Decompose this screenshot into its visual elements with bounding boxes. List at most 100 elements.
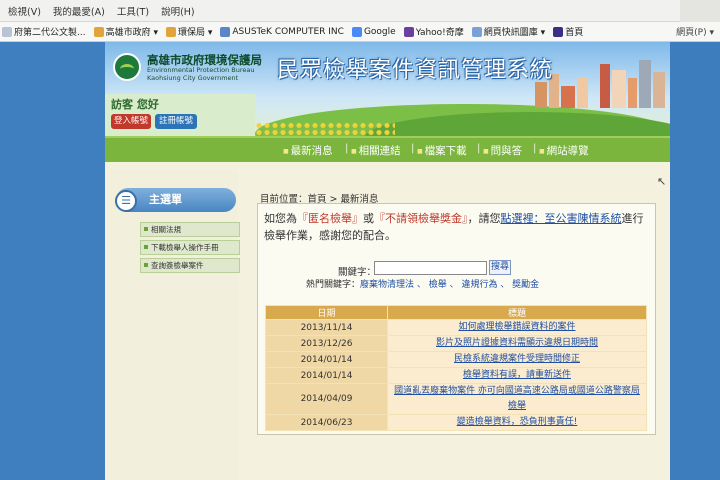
table-header: 日期 標題 — [265, 305, 647, 320]
table-row: 2013/11/14 如何處理檢舉錯誤資料的案件 — [265, 319, 647, 336]
nav-sitemap[interactable]: 網站導覽 — [539, 143, 589, 158]
sidebar: 主選單 ☰ 相關法規 下載檢舉人操作手冊 查詢簽檢舉案件 — [110, 170, 240, 480]
favorite-link[interactable]: ASUSTeK COMPUTER INC — [220, 26, 344, 37]
news-title-link[interactable]: 影片及照片證據資料需顯示違規日期時間 — [387, 335, 647, 352]
nav-faq[interactable]: 問與答 — [483, 143, 523, 158]
favorite-link[interactable]: 首頁 — [553, 25, 583, 38]
decor-building — [612, 70, 626, 108]
news-date: 2013/12/26 — [265, 335, 388, 352]
favorite-icon — [403, 26, 414, 37]
favorite-icon — [553, 26, 564, 37]
nav-file-download[interactable]: 檔案下載 — [417, 143, 467, 158]
notice-text: 如您為『匿名檢舉』或『不請領檢舉獎金』，請您點選裡：至公害陳情系統進行檢舉作業，… — [264, 210, 650, 244]
news-title-link[interactable]: 檢舉資料有誤，請重新送件 — [387, 367, 647, 384]
hot-keywords-list[interactable]: 廢棄物清理法 、 檢舉 、 違規行為 、 獎勵金 — [360, 280, 539, 290]
favorite-label: 網頁快訊圖庫 ▾ — [483, 28, 546, 38]
notice-no-reward: 『不請領檢舉獎金』 — [374, 212, 468, 225]
org-english-name: Environmental Protection Bureau — [147, 66, 255, 74]
nav-related-links[interactable]: 相關連結 — [351, 143, 401, 158]
menu-icon: ☰ — [115, 190, 137, 212]
mouse-cursor-icon: ↖ — [657, 175, 667, 188]
browser-menu-bar: 檢視(V) 我的最愛(A) 工具(T) 說明(H) — [0, 0, 720, 22]
org-logo[interactable]: 高雄市政府環境保護局 Environmental Protection Bure… — [105, 42, 265, 94]
favorite-link[interactable]: 環保局 ▾ — [165, 25, 213, 38]
main-nav: 最新消息 | 相關連結 | 檔案下載 | 問與答 | 網站導覽 — [105, 136, 670, 162]
decor-building — [577, 78, 588, 108]
favorite-link[interactable]: 高雄市政府 ▾ — [93, 25, 158, 38]
nav-latest-news[interactable]: 最新消息 — [283, 143, 333, 158]
hot-keywords-label: 熱門關鍵字： — [306, 280, 361, 290]
news-date: 2013/11/14 — [265, 319, 388, 336]
favorite-label: Yahoo!奇摩 — [415, 28, 464, 38]
org-english-city: Kaohsiung City Government — [147, 74, 239, 82]
news-date: 2014/01/14 — [265, 367, 388, 384]
nav-separator: | — [477, 143, 481, 154]
menu-view[interactable]: 檢視(V) — [8, 4, 41, 18]
favorite-label: ASUSTeK COMPUTER INC — [232, 26, 344, 37]
decor-building — [639, 60, 651, 108]
table-row: 2014/04/09 國道亂丟廢棄物案件 亦可向國道高速公路局或國道公路警察局檢舉 — [265, 383, 647, 415]
favorite-label: 首頁 — [565, 28, 584, 38]
favorite-icon — [2, 26, 12, 37]
decor-building — [535, 82, 547, 108]
window-controls — [680, 0, 720, 22]
keyword-input[interactable] — [374, 261, 487, 275]
menu-help[interactable]: 說明(H) — [161, 4, 195, 18]
favorite-label: Google — [363, 26, 396, 37]
nav-separator: | — [411, 143, 415, 154]
search-button[interactable]: 搜尋 — [489, 260, 511, 275]
decor-building — [628, 78, 637, 108]
browser-toolbar-right: 網頁(P) ▾ — [667, 25, 714, 38]
news-title-link[interactable]: 如何處理檢舉錯誤資料的案件 — [387, 319, 647, 336]
col-date: 日期 — [265, 305, 388, 320]
page-menu-button[interactable]: 網頁(P) ▾ — [676, 25, 714, 38]
hot-keywords: 熱門關鍵字：廢棄物清理法 、 檢舉 、 違規行為 、 獎勵金 — [306, 277, 539, 290]
decor-flowers — [255, 122, 395, 136]
login-button[interactable]: 登入帳號 — [111, 114, 151, 129]
decor-building — [600, 64, 610, 108]
table-row: 2014/01/14 民檢系統違規案件受理時間修正 — [265, 351, 647, 368]
news-date: 2014/06/23 — [265, 414, 388, 431]
notice-anonymous: 『匿名檢舉』 — [297, 212, 363, 225]
news-title-link[interactable]: 民檢系統違規案件受理時間修正 — [387, 351, 647, 368]
favorite-link[interactable]: 府第二代公文製... — [2, 25, 86, 38]
keyword-label: 關鍵字： — [338, 267, 377, 278]
news-panel: 如您為『匿名檢舉』或『不請領檢舉獎金』，請您點選裡：至公害陳情系統進行檢舉作業，… — [257, 203, 656, 435]
table-row: 2014/06/23 變造檢舉資料，恐負刑事責任! — [265, 414, 647, 431]
nav-separator: | — [345, 143, 349, 154]
epb-logo-icon — [113, 53, 141, 81]
col-title: 標題 — [387, 305, 647, 320]
favorite-icon — [471, 26, 482, 37]
table-row: 2014/01/14 檢舉資料有誤，請重新送件 — [265, 367, 647, 384]
news-title-link[interactable]: 國道亂丟廢棄物案件 亦可向國道高速公路局或國道公路警察局檢舉 — [387, 383, 647, 415]
news-date: 2014/01/14 — [265, 351, 388, 368]
nav-separator: | — [533, 143, 537, 154]
notice-part: 或 — [363, 212, 374, 225]
favorite-label: 高雄市政府 ▾ — [105, 28, 158, 38]
favorite-label: 府第二代公文製... — [14, 28, 86, 38]
sidebar-item-manual[interactable]: 下載檢舉人操作手冊 — [140, 240, 240, 255]
favorite-icon — [351, 26, 362, 37]
news-title-link[interactable]: 變造檢舉資料，恐負刑事責任! — [387, 414, 647, 431]
visitor-greeting: 訪客 您好 — [111, 98, 159, 111]
table-row: 2013/12/26 影片及照片證據資料需顯示違規日期時間 — [265, 335, 647, 352]
favorite-link[interactable]: 網頁快訊圖庫 ▾ — [471, 25, 546, 38]
menu-tools[interactable]: 工具(T) — [117, 4, 149, 18]
login-panel: 訪客 您好 登入帳號 註冊帳號 — [105, 94, 255, 136]
register-button[interactable]: 註冊帳號 — [155, 114, 197, 129]
favorite-link[interactable]: Yahoo!奇摩 — [403, 25, 464, 38]
news-table: 日期 標題 2013/11/14 如何處理檢舉錯誤資料的案件 2013/12/26 影… — [265, 305, 647, 431]
favorite-icon — [165, 26, 176, 37]
favorites-bar: 府第二代公文製... 高雄市政府 ▾ 環保局 ▾ ASUSTeK COMPUTER I… — [0, 22, 720, 42]
decor-building — [561, 86, 575, 108]
complaint-system-link[interactable]: 點選裡：至公害陳情系統 — [501, 212, 622, 225]
favorite-link[interactable]: Google — [351, 26, 396, 37]
news-date: 2014/04/09 — [265, 383, 388, 415]
favorite-label: 環保局 ▾ — [177, 28, 213, 38]
favorite-icon — [93, 26, 104, 37]
sidebar-item-regulations[interactable]: 相關法規 — [140, 222, 240, 237]
sidebar-item-query[interactable]: 查詢簽檢舉案件 — [140, 258, 240, 273]
menu-favorites[interactable]: 我的最愛(A) — [53, 4, 105, 18]
notice-part: ，請您 — [467, 212, 501, 225]
decor-building — [653, 72, 665, 108]
